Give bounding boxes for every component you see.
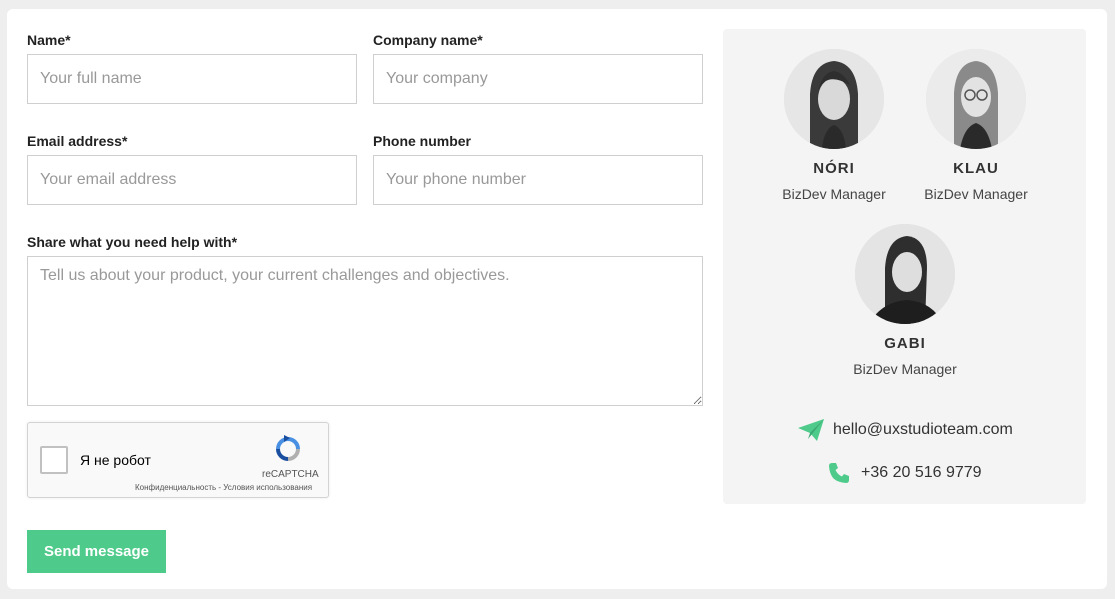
email-input[interactable] [27,155,357,205]
recaptcha-checkbox[interactable] [40,446,68,474]
phone-icon [829,463,849,483]
avatar-klau [926,49,1026,149]
recaptcha-brand: reCAPTCHA [262,469,319,480]
team-panel: NÓRI BizDev Manager KLAU BizDev Manager [723,29,1086,504]
team-name-klau: KLAU [953,160,999,177]
company-input[interactable] [373,54,703,104]
team-role-nori: BizDev Manager [782,186,886,202]
contact-email-link[interactable]: hello@uxstudioteam.com [833,421,1013,439]
team-name-nori: NÓRI [813,160,855,177]
phone-input[interactable] [373,155,703,205]
contact-phone-link[interactable]: +36 20 516 9779 [861,464,982,482]
recaptcha-logo-icon [276,435,300,461]
recaptcha-widget: Я не робот reCAPTCHA Конфиденциальность … [27,422,329,498]
company-label: Company name* [373,32,483,48]
paper-plane-icon [798,419,824,441]
name-input[interactable] [27,54,357,104]
send-message-button[interactable]: Send message [27,530,166,573]
name-label: Name* [27,32,71,48]
email-label: Email address* [27,133,128,149]
avatar-gabi [855,224,955,324]
avatar-nori [784,49,884,149]
team-name-gabi: GABI [884,335,926,352]
recaptcha-links[interactable]: Конфиденциальность - Условия использован… [135,483,312,492]
team-role-gabi: BizDev Manager [853,361,957,377]
recaptcha-label: Я не робот [80,452,151,468]
team-role-klau: BizDev Manager [924,186,1028,202]
phone-label: Phone number [373,133,472,149]
help-textarea[interactable] [27,256,703,406]
help-label: Share what you need help with* [27,234,238,250]
contact-card: Name* Company name* Email address* Phone… [7,9,1107,589]
